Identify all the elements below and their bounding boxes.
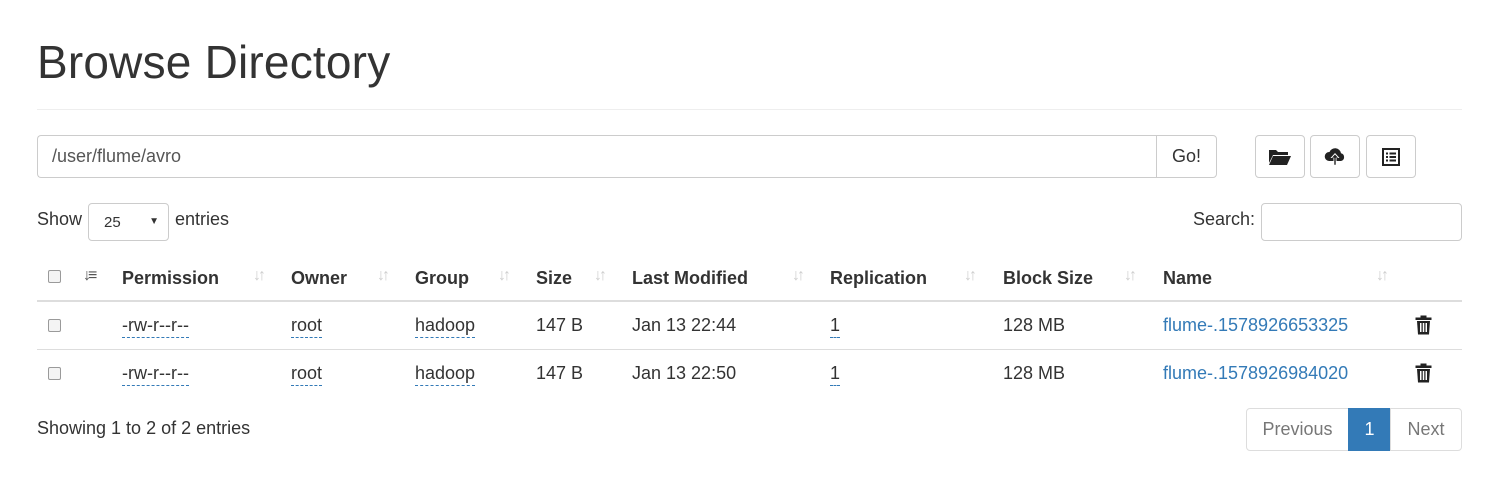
current-page-button[interactable]: 1 bbox=[1348, 408, 1391, 451]
sort-both-icon[interactable]: ↓↑ bbox=[1124, 267, 1137, 285]
file-name-link[interactable]: flume-.1578926984020 bbox=[1163, 363, 1348, 384]
trash-icon[interactable] bbox=[1415, 315, 1432, 335]
table-row: -rw-r--r-- root hadoop 147 B Jan 13 22:5… bbox=[37, 350, 1462, 398]
page-title: Browse Directory bbox=[37, 36, 391, 88]
size-cell: 147 B bbox=[536, 315, 584, 335]
column-header-last-modified[interactable]: Last Modified bbox=[632, 268, 748, 289]
folder-open-icon bbox=[1269, 149, 1291, 165]
list-view-button[interactable] bbox=[1366, 135, 1416, 178]
row-checkbox[interactable] bbox=[48, 367, 61, 380]
group-cell[interactable]: hadoop bbox=[415, 315, 476, 338]
search-label: Search: bbox=[1193, 209, 1256, 229]
sort-both-icon[interactable]: ↓↑ bbox=[594, 267, 607, 285]
owner-cell[interactable]: root bbox=[291, 363, 323, 386]
column-header-block-size[interactable]: Block Size bbox=[1003, 268, 1093, 289]
column-header-group[interactable]: Group bbox=[415, 268, 469, 289]
next-page-button[interactable]: Next bbox=[1390, 408, 1462, 451]
search-input[interactable] bbox=[1261, 203, 1462, 241]
sort-icon[interactable]: ↓≡ bbox=[83, 267, 97, 285]
path-input[interactable] bbox=[37, 135, 1156, 178]
column-header-size[interactable]: Size bbox=[536, 268, 572, 289]
sort-both-icon[interactable]: ↓↑ bbox=[498, 267, 511, 285]
column-header-owner[interactable]: Owner bbox=[291, 268, 347, 289]
replication-cell[interactable]: 1 bbox=[830, 363, 841, 386]
table-row: -rw-r--r-- root hadoop 147 B Jan 13 22:4… bbox=[37, 302, 1462, 350]
upload-button[interactable] bbox=[1310, 135, 1360, 178]
size-cell: 147 B bbox=[536, 363, 584, 383]
file-table: ↓≡ Permission ↓↑ Owner ↓↑ Group ↓↑ Size … bbox=[37, 253, 1462, 398]
replication-cell[interactable]: 1 bbox=[830, 315, 841, 338]
last-modified-cell: Jan 13 22:44 bbox=[632, 315, 737, 335]
column-header-name[interactable]: Name bbox=[1163, 268, 1212, 289]
column-header-permission[interactable]: Permission bbox=[122, 268, 219, 289]
entries-per-page-value: 25 bbox=[104, 213, 121, 231]
permission-cell[interactable]: -rw-r--r-- bbox=[122, 315, 189, 338]
owner-cell[interactable]: root bbox=[291, 315, 323, 338]
show-label: Show bbox=[37, 209, 83, 229]
sort-both-icon[interactable]: ↓↑ bbox=[1376, 267, 1389, 285]
caret-down-icon: ▼ bbox=[149, 216, 159, 227]
create-directory-button[interactable] bbox=[1255, 135, 1305, 178]
last-modified-cell: Jan 13 22:50 bbox=[632, 363, 737, 383]
entries-label: entries bbox=[175, 209, 230, 229]
path-bar: Go! bbox=[37, 135, 1217, 178]
file-name-link[interactable]: flume-.1578926653325 bbox=[1163, 315, 1348, 336]
sort-both-icon[interactable]: ↓↑ bbox=[377, 267, 390, 285]
block-size-cell: 128 MB bbox=[1003, 315, 1066, 335]
select-all-checkbox[interactable] bbox=[48, 270, 61, 283]
cloud-upload-icon bbox=[1324, 147, 1345, 165]
previous-page-button[interactable]: Previous bbox=[1246, 408, 1349, 451]
go-button[interactable]: Go! bbox=[1156, 135, 1217, 178]
entries-per-page-select[interactable]: 25 ▼ bbox=[88, 203, 169, 241]
permission-cell[interactable]: -rw-r--r-- bbox=[122, 363, 189, 386]
table-header-row: ↓≡ Permission ↓↑ Owner ↓↑ Group ↓↑ Size … bbox=[37, 253, 1462, 302]
trash-icon[interactable] bbox=[1415, 363, 1432, 383]
column-header-replication[interactable]: Replication bbox=[830, 268, 927, 289]
sort-both-icon[interactable]: ↓↑ bbox=[964, 267, 977, 285]
sort-both-icon[interactable]: ↓↑ bbox=[253, 267, 266, 285]
group-cell[interactable]: hadoop bbox=[415, 363, 476, 386]
pagination: Previous 1 Next bbox=[1246, 408, 1462, 451]
row-checkbox[interactable] bbox=[48, 319, 61, 332]
list-alt-icon bbox=[1382, 147, 1400, 166]
block-size-cell: 128 MB bbox=[1003, 363, 1066, 383]
title-divider bbox=[37, 109, 1462, 110]
table-info: Showing 1 to 2 of 2 entries bbox=[37, 418, 251, 438]
sort-both-icon[interactable]: ↓↑ bbox=[792, 267, 805, 285]
